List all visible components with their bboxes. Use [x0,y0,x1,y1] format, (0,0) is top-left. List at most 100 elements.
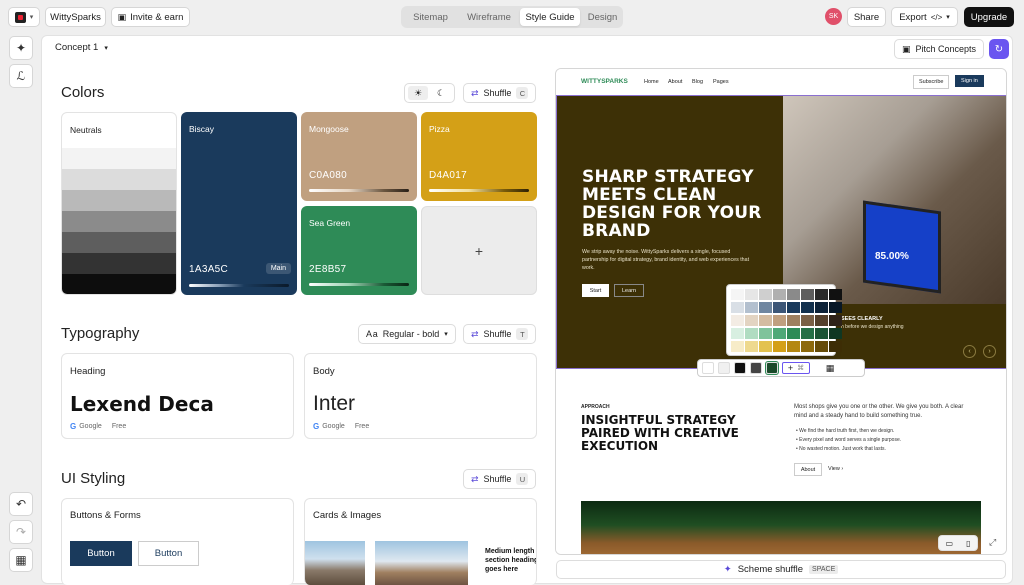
nav-blog[interactable]: Blog [692,79,703,85]
nav-pages[interactable]: Pages [713,79,729,85]
palette-swatch[interactable] [787,328,800,339]
palette-swatch[interactable] [815,289,828,300]
palette-swatch[interactable] [731,315,744,326]
pitch-concepts-button[interactable]: ▣ Pitch Concepts [894,39,985,59]
color-card-biscay[interactable]: Biscay 1A3A5C Main [181,112,297,295]
regenerate-button[interactable]: ↻ [989,39,1009,59]
moon-icon[interactable]: ☾ [431,86,451,100]
palette-swatch[interactable] [815,341,828,352]
magic-wand-icon[interactable]: ✦ [9,36,33,60]
palette-swatch[interactable] [773,328,786,339]
neutrals-card[interactable]: Neutrals [61,112,177,295]
palette-swatch[interactable] [773,302,786,313]
palette-swatch[interactable] [801,302,814,313]
palette-swatch[interactable] [745,315,758,326]
palette-swatch[interactable] [759,315,772,326]
color-slider[interactable] [309,283,409,286]
logo-menu-button[interactable]: ▾ [8,7,40,27]
palette-swatch[interactable] [731,328,744,339]
swatch[interactable] [718,362,730,374]
font-weight-select[interactable]: A a Regular - bold ▾ [358,324,456,344]
palette-swatch[interactable] [829,328,842,339]
export-button[interactable]: Export </> ▾ [891,7,958,27]
palette-swatch[interactable] [745,302,758,313]
learn-button[interactable]: Learn [614,284,644,297]
palette-swatch[interactable] [815,302,828,313]
image-icon[interactable]: ▦ [824,362,836,374]
color-card-sea-green[interactable]: Sea Green 2E8B57 [301,206,417,295]
palette-swatch[interactable] [801,328,814,339]
palette-swatch[interactable] [759,289,772,300]
palette-swatch[interactable] [731,289,744,300]
concept-selector[interactable]: Concept 1 ▾ [55,42,108,53]
expand-icon[interactable]: ⤢ [989,537,996,548]
swatch[interactable] [765,361,779,375]
color-slider[interactable] [309,189,409,192]
palette-swatch[interactable] [801,341,814,352]
next-arrow-icon[interactable]: › [983,345,996,358]
palette-swatch[interactable] [759,341,772,352]
signin-button[interactable]: Sign in [955,75,984,87]
tab-design[interactable]: Design [582,8,623,26]
palette-swatch[interactable] [745,289,758,300]
palette-swatch[interactable] [731,302,744,313]
palette-swatch[interactable] [829,289,842,300]
color-card-mongoose[interactable]: Mongoose C0A080 [301,112,417,201]
palette-swatch[interactable] [815,315,828,326]
palette-swatch[interactable] [773,341,786,352]
start-button[interactable]: Start [582,284,609,297]
components-icon[interactable]: ▦ [9,548,33,572]
typography-shuffle-button[interactable]: ⇄ Shuffle T [463,324,537,344]
redo-icon[interactable]: ↷ [9,520,33,544]
palette-swatch[interactable] [801,315,814,326]
ui-shuffle-button[interactable]: ⇄ Shuffle U [463,469,537,489]
color-slider[interactable] [189,284,289,287]
heading-font-card[interactable]: Heading Lexend Deca G Google Free [61,353,294,439]
palette-swatch[interactable] [745,341,758,352]
workspace-button[interactable]: WittySparks [45,7,106,27]
tab-sitemap[interactable]: Sitemap [403,8,458,26]
swatch[interactable] [734,362,746,374]
tab-wireframe[interactable]: Wireframe [460,8,518,26]
avatar[interactable]: SK [825,8,842,25]
palette-swatch[interactable] [759,302,772,313]
palette-swatch[interactable] [773,315,786,326]
theme-toggle[interactable]: ☀ ☾ [404,83,455,103]
desktop-icon[interactable]: ▭ [946,539,954,548]
swatch[interactable] [750,362,762,374]
prev-arrow-icon[interactable]: ‹ [963,345,976,358]
primary-button-sample[interactable]: Button [70,541,132,566]
mobile-icon[interactable]: ▯ [966,539,970,548]
swatch[interactable] [702,362,714,374]
upgrade-button[interactable]: Upgrade [964,7,1014,27]
palette-swatch[interactable] [829,302,842,313]
buttons-forms-card[interactable]: Buttons & Forms Button Button [61,498,294,585]
palette-swatch[interactable] [787,341,800,352]
nav-home[interactable]: Home [644,79,659,85]
palette-swatch[interactable] [787,289,800,300]
undo-icon[interactable]: ↶ [9,492,33,516]
colors-shuffle-button[interactable]: ⇄ Shuffle C [463,83,537,103]
palette-swatch[interactable] [731,341,744,352]
about-button[interactable]: About [794,463,822,476]
palette-swatch[interactable] [787,315,800,326]
palette-swatch[interactable] [801,289,814,300]
color-slider[interactable] [429,189,529,192]
nav-about[interactable]: About [668,79,682,85]
subscribe-button[interactable]: Subscribe [913,75,950,89]
palette-swatch[interactable] [773,289,786,300]
add-swatch-icon[interactable]: + ⌘ [782,362,810,374]
color-card-pizza[interactable]: Pizza D4A017 [421,112,537,201]
palette-swatch[interactable] [787,302,800,313]
view-link[interactable]: View › [828,466,843,472]
scheme-shuffle-button[interactable]: ✦ Scheme shuffle SPACE [556,560,1006,579]
palette-swatch[interactable] [815,328,828,339]
add-color-button[interactable]: + [421,206,537,295]
palette-swatch[interactable] [745,328,758,339]
color-palette-popover[interactable] [726,284,842,356]
typography-icon[interactable]: ℒ [9,64,33,88]
sun-icon[interactable]: ☀ [408,86,428,100]
secondary-button-sample[interactable]: Button [138,541,199,566]
share-button[interactable]: Share [847,7,886,27]
body-font-card[interactable]: Body Inter G Google Free [304,353,537,439]
